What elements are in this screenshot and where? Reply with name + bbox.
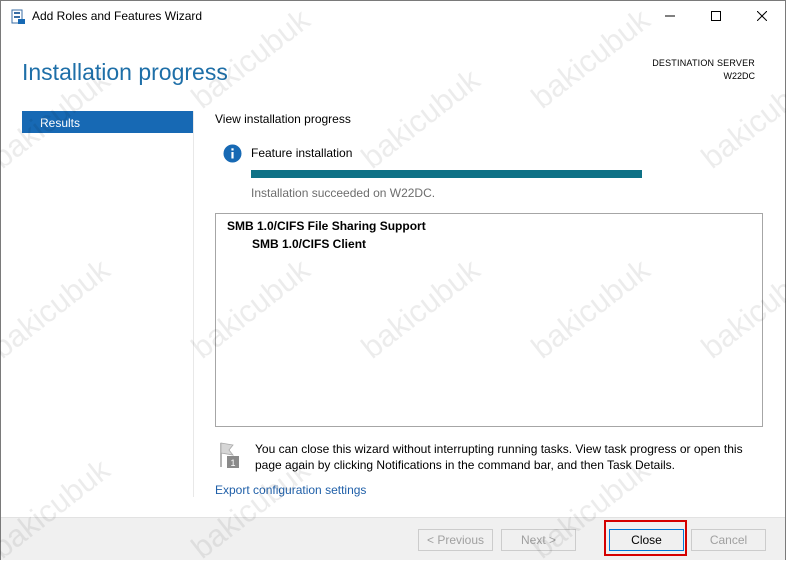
nav-item-label: Results xyxy=(40,116,81,130)
server-manager-icon xyxy=(10,9,26,25)
window-title: Add Roles and Features Wizard xyxy=(32,9,203,23)
minimize-button[interactable] xyxy=(647,1,693,32)
destination-server-name: W22DC xyxy=(723,71,755,81)
previous-button[interactable]: < Previous xyxy=(418,529,493,551)
cancel-button[interactable]: Cancel xyxy=(691,529,766,551)
destination-server-label: DESTINATION SERVER xyxy=(652,58,755,68)
close-icon xyxy=(756,8,768,26)
notification-flag-icon: 1 xyxy=(218,441,242,469)
close-button[interactable]: Close xyxy=(609,529,684,551)
page-title: Installation progress xyxy=(22,59,228,85)
list-item: SMB 1.0/CIFS Client xyxy=(252,237,367,251)
progress-fill xyxy=(251,170,642,178)
feature-installation-label: Feature installation xyxy=(251,146,353,160)
installation-status: Installation succeeded on W22DC. xyxy=(251,186,436,200)
window-close-button[interactable] xyxy=(739,1,785,32)
watermark: bakicubuk xyxy=(0,251,117,366)
next-button[interactable]: Next > xyxy=(501,529,576,551)
nav-item-results[interactable]: Results xyxy=(22,111,193,133)
maximize-button[interactable] xyxy=(693,1,739,32)
export-configuration-link[interactable]: Export configuration settings xyxy=(215,483,366,497)
results-list[interactable]: SMB 1.0/CIFS File Sharing Support SMB 1.… xyxy=(215,213,763,427)
maximize-icon xyxy=(711,8,721,26)
info-note: You can close this wizard without interr… xyxy=(255,442,743,472)
svg-text:1: 1 xyxy=(230,458,235,468)
section-title: View installation progress xyxy=(215,112,351,126)
watermark: bakicubuk xyxy=(354,61,487,176)
wizard-window: Add Roles and Features Wizard Installati… xyxy=(0,0,786,565)
nav-divider xyxy=(193,111,194,497)
minimize-icon xyxy=(665,8,675,26)
installation-progress-bar xyxy=(251,170,642,178)
list-item: SMB 1.0/CIFS File Sharing Support xyxy=(227,219,426,233)
title-bar[interactable]: Add Roles and Features Wizard xyxy=(1,1,785,32)
info-icon xyxy=(223,144,242,163)
